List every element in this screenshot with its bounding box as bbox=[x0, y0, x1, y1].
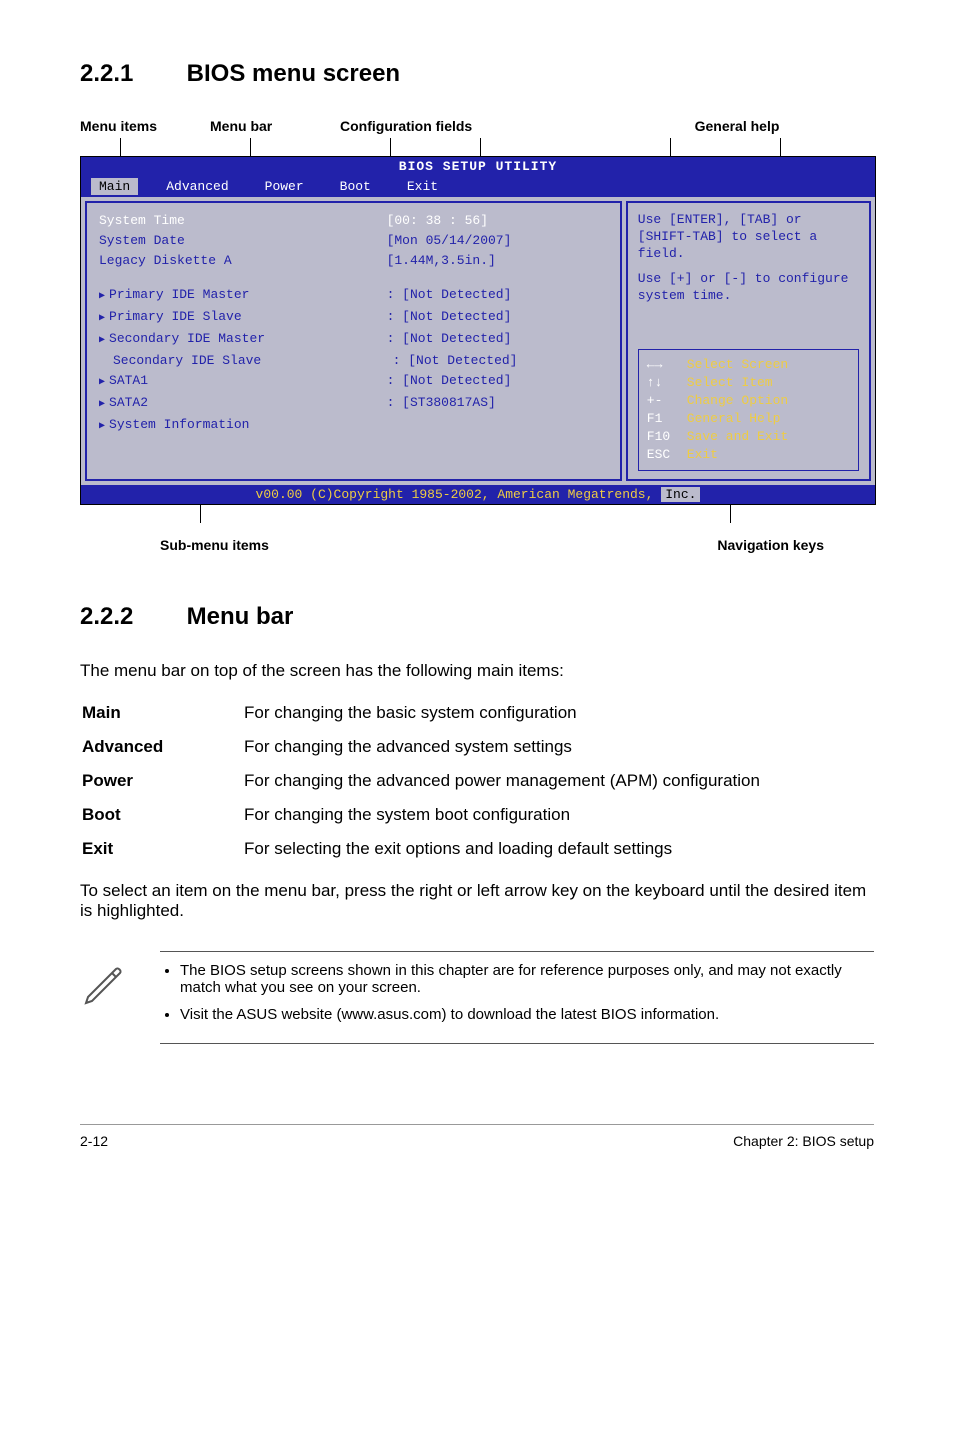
bios-value: : [Not Detected] bbox=[393, 351, 608, 371]
bios-nav-box: ←→Select Screen ↑↓Select Item +-Change O… bbox=[638, 349, 859, 471]
bios-menu-exit[interactable]: Exit bbox=[399, 178, 446, 195]
nav-desc: Select Item bbox=[687, 374, 773, 392]
section-num: 2.2.2 bbox=[80, 603, 180, 631]
nav-desc: General Help bbox=[687, 410, 781, 428]
chapter-label: Chapter 2: BIOS setup bbox=[733, 1133, 874, 1149]
note-item: Visit the ASUS website (www.asus.com) to… bbox=[180, 1006, 874, 1023]
definition-table: Main For changing the basic system config… bbox=[80, 695, 874, 867]
nav-key: ↑↓ bbox=[647, 374, 687, 392]
pencil-icon bbox=[80, 951, 140, 1044]
bios-label: Legacy Diskette A bbox=[99, 251, 387, 271]
label-sub-menu: Sub-menu items bbox=[160, 537, 269, 553]
def-desc: For changing the system boot configurati… bbox=[244, 799, 872, 831]
bios-label: Primary IDE Slave bbox=[99, 307, 387, 329]
nav-desc: Change Option bbox=[687, 392, 788, 410]
bios-row[interactable]: Secondary IDE Slave : [Not Detected] bbox=[99, 351, 608, 371]
nav-key: ESC bbox=[647, 446, 687, 464]
section-title: Menu bar bbox=[187, 603, 294, 630]
bios-row[interactable]: SATA2 : [ST380817AS] bbox=[99, 393, 608, 415]
bios-value: [00: 38 : 56] bbox=[387, 211, 608, 231]
bios-row[interactable]: Legacy Diskette A [1.44M,3.5in.] bbox=[99, 251, 608, 271]
bios-row[interactable]: SATA1 : [Not Detected] bbox=[99, 371, 608, 393]
note-box: The BIOS setup screens shown in this cha… bbox=[80, 951, 874, 1044]
bios-row[interactable]: Primary IDE Slave : [Not Detected] bbox=[99, 307, 608, 329]
bios-row[interactable]: Secondary IDE Master : [Not Detected] bbox=[99, 329, 608, 351]
bios-label: Secondary IDE Slave bbox=[99, 351, 393, 371]
bios-value: : [Not Detected] bbox=[387, 285, 608, 307]
page-number: 2-12 bbox=[80, 1133, 108, 1149]
body-outro: To select an item on the menu bar, press… bbox=[80, 881, 874, 921]
body-intro: The menu bar on top of the screen has th… bbox=[80, 661, 874, 681]
bios-label: System Date bbox=[99, 231, 387, 251]
bios-value: [Mon 05/14/2007] bbox=[387, 231, 608, 251]
bios-value: : [Not Detected] bbox=[387, 329, 608, 351]
def-term: Boot bbox=[82, 805, 121, 824]
bottom-label-lines bbox=[80, 505, 874, 523]
bios-help-text2: Use [+] or [-] to configure system time. bbox=[638, 270, 859, 304]
top-labels: Menu items Menu bar Configuration fields… bbox=[80, 118, 874, 134]
bios-menu-power[interactable]: Power bbox=[257, 178, 312, 195]
bios-label: System Time bbox=[99, 211, 387, 231]
bios-row[interactable]: System Information bbox=[99, 415, 608, 437]
bottom-labels: Sub-menu items Navigation keys bbox=[80, 537, 874, 553]
bios-row[interactable]: System Time [00: 38 : 56] bbox=[99, 211, 608, 231]
nav-key: +- bbox=[647, 392, 687, 410]
nav-desc: Exit bbox=[687, 446, 718, 464]
label-config-fields: Configuration fields bbox=[340, 118, 600, 134]
section-num: 2.2.1 bbox=[80, 60, 180, 88]
section-title: BIOS menu screen bbox=[187, 60, 400, 87]
label-lines bbox=[80, 138, 874, 156]
label-nav-keys: Navigation keys bbox=[717, 537, 824, 553]
bios-value: : [ST380817AS] bbox=[387, 393, 608, 415]
bios-label: SATA2 bbox=[99, 393, 387, 415]
note-item: The BIOS setup screens shown in this cha… bbox=[180, 962, 874, 996]
def-desc: For changing the advanced power manageme… bbox=[244, 765, 872, 797]
bios-value: : [Not Detected] bbox=[387, 371, 608, 393]
bios-window: BIOS SETUP UTILITY Main Advanced Power B… bbox=[80, 156, 876, 505]
nav-key: ←→ bbox=[647, 356, 687, 374]
bios-value bbox=[387, 415, 608, 437]
bios-title: BIOS SETUP UTILITY bbox=[81, 157, 875, 176]
bios-label: Primary IDE Master bbox=[99, 285, 387, 307]
bios-row[interactable]: System Date [Mon 05/14/2007] bbox=[99, 231, 608, 251]
bios-value: [1.44M,3.5in.] bbox=[387, 251, 608, 271]
bios-label: System Information bbox=[99, 415, 387, 437]
bios-menubar[interactable]: Main Advanced Power Boot Exit bbox=[81, 176, 875, 197]
bios-footer-inc: Inc. bbox=[661, 487, 700, 502]
bios-value: : [Not Detected] bbox=[387, 307, 608, 329]
bios-menu-main[interactable]: Main bbox=[91, 178, 138, 195]
label-menu-bar: Menu bar bbox=[210, 118, 340, 134]
label-menu-items: Menu items bbox=[80, 118, 210, 134]
note-content: The BIOS setup screens shown in this cha… bbox=[160, 951, 874, 1044]
page-footer: 2-12 Chapter 2: BIOS setup bbox=[80, 1124, 874, 1149]
nav-desc: Select Screen bbox=[687, 356, 788, 374]
bios-label: SATA1 bbox=[99, 371, 387, 393]
def-term: Power bbox=[82, 771, 133, 790]
nav-key: F1 bbox=[647, 410, 687, 428]
label-general-help: General help bbox=[600, 118, 874, 134]
bios-footer: v00.00 (C)Copyright 1985-2002, American … bbox=[81, 485, 875, 504]
def-desc: For selecting the exit options and loadi… bbox=[244, 833, 872, 865]
nav-desc: Save and Exit bbox=[687, 428, 788, 446]
bios-row[interactable]: Primary IDE Master : [Not Detected] bbox=[99, 285, 608, 307]
def-term: Advanced bbox=[82, 737, 163, 756]
bios-menu-boot[interactable]: Boot bbox=[332, 178, 379, 195]
bios-footer-text: v00.00 (C)Copyright 1985-2002, American … bbox=[256, 487, 662, 502]
def-desc: For changing the advanced system setting… bbox=[244, 731, 872, 763]
bios-help-panel: Use [ENTER], [TAB] or [SHIFT-TAB] to sel… bbox=[626, 201, 871, 481]
def-term: Exit bbox=[82, 839, 113, 858]
bios-label: Secondary IDE Master bbox=[99, 329, 387, 351]
section-heading: 2.2.1 BIOS menu screen bbox=[80, 60, 874, 88]
def-term: Main bbox=[82, 703, 121, 722]
bios-help-text: Use [ENTER], [TAB] or [SHIFT-TAB] to sel… bbox=[638, 211, 859, 262]
bios-main-panel: System Time [00: 38 : 56] System Date [M… bbox=[85, 201, 622, 481]
bios-menu-advanced[interactable]: Advanced bbox=[158, 178, 236, 195]
section-heading: 2.2.2 Menu bar bbox=[80, 603, 874, 631]
def-desc: For changing the basic system configurat… bbox=[244, 697, 872, 729]
nav-key: F10 bbox=[647, 428, 687, 446]
